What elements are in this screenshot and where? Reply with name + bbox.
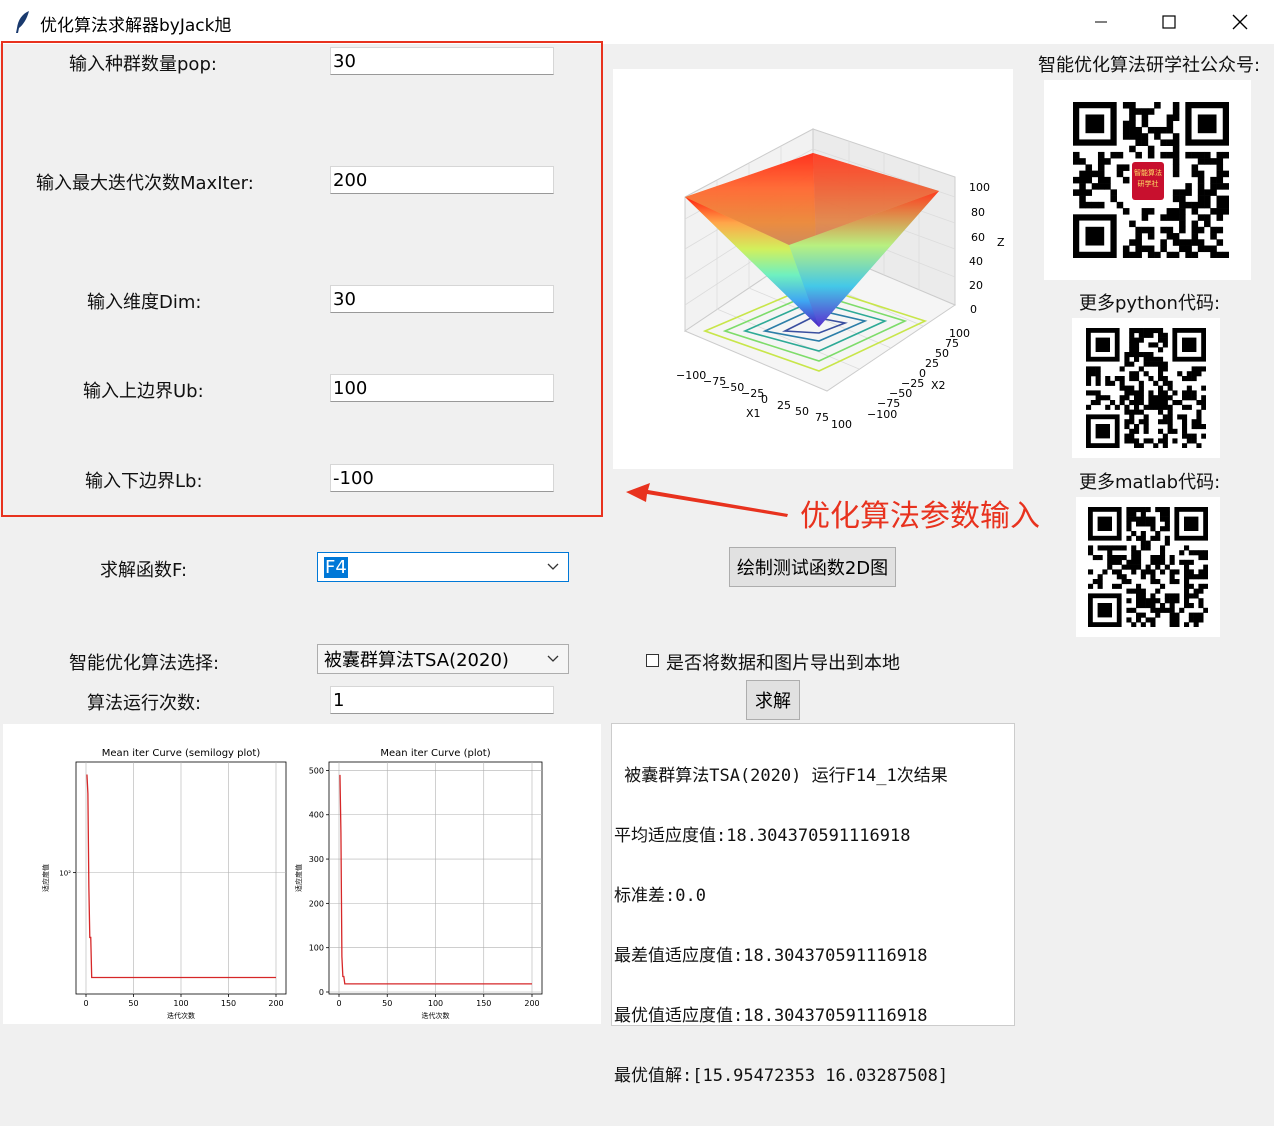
x1-tick-0: −100: [676, 369, 706, 382]
x1-tick-5: 25: [777, 399, 791, 412]
close-button[interactable]: [1217, 0, 1263, 44]
result-line-solution: 最优值解:[15.95472353 16.03287508]: [614, 1066, 949, 1086]
result-line-worst: 最差值适应度值:18.304370591116918: [614, 946, 928, 966]
y-tick-label: 200: [309, 899, 324, 908]
y-axis-label: 适应度值: [294, 864, 303, 892]
z-tick-0: 0: [970, 303, 977, 316]
x2-tick-8: −100: [867, 408, 897, 421]
z-tick-40: 40: [969, 255, 983, 268]
z-tick-100: 100: [969, 181, 990, 194]
x-tick-label: 200: [268, 999, 283, 1008]
z-axis-label: Z: [997, 236, 1005, 249]
convergence-charts: 0 50 100 150 200 10² Mean iter Curve (semilogy…: [41, 748, 543, 1020]
runs-input[interactable]: [330, 686, 554, 714]
chart-title: Mean iter Curve (plot): [380, 748, 490, 759]
function-label: 求解函数F:: [100, 560, 188, 581]
maximize-button[interactable]: [1146, 0, 1192, 44]
x-tick-label: 150: [221, 999, 236, 1008]
runs-label: 算法运行次数:: [87, 693, 202, 714]
y-tick-label: 10²: [59, 870, 71, 878]
maximize-icon: [1162, 15, 1176, 29]
x2-tick-3: 25: [925, 357, 939, 370]
solve-button[interactable]: 求解: [746, 680, 800, 720]
algorithm-label: 智能优化算法选择:: [69, 653, 220, 674]
y-axis-label: 适应度值: [41, 864, 50, 892]
result-line-std: 标准差:0.0: [614, 886, 706, 906]
matlab-qr: [1076, 497, 1220, 637]
qr-logo-text-1: 智能算法: [1134, 169, 1162, 177]
y-tick-label: 100: [309, 944, 324, 953]
x-tick-label: 50: [382, 999, 392, 1008]
x-tick-label: 50: [128, 999, 138, 1008]
x1-tick-4: 0: [761, 393, 768, 406]
x-tick-label: 100: [173, 999, 188, 1008]
window-title: 优化算法求解器byJack旭: [40, 16, 232, 36]
wechat-qr: 智能算法 研学社: [1044, 80, 1251, 280]
app-feather-icon: [14, 10, 32, 38]
annotation-arrow: [626, 483, 788, 517]
x-tick-label: 0: [83, 999, 88, 1008]
x-tick-label: 200: [524, 999, 539, 1008]
export-label: 是否将数据和图片导出到本地: [666, 653, 900, 674]
result-line-best: 最优值适应度值:18.304370591116918: [614, 1006, 928, 1026]
plot-function-button[interactable]: 绘制测试函数2D图: [729, 547, 896, 587]
x-axis-label: 迭代次数: [167, 1011, 195, 1020]
x1-tick-6: 50: [795, 405, 809, 418]
params-highlight-box: [1, 41, 603, 517]
close-icon: [1232, 14, 1248, 30]
x1-axis-label: X1: [746, 407, 761, 420]
algorithm-selected: 被囊群算法TSA(2020): [324, 650, 509, 671]
x-tick-label: 100: [428, 999, 443, 1008]
x-tick-label: 150: [476, 999, 491, 1008]
minimize-icon: [1095, 21, 1107, 23]
y-tick-label: 0: [319, 988, 324, 997]
chart-title: Mean iter Curve (semilogy plot): [102, 748, 261, 759]
qr-logo-text-2: 研学社: [1137, 180, 1159, 188]
convergence-charts-panel: 0 50 100 150 200 10² Mean iter Curve (semilogy…: [3, 724, 601, 1024]
surface-plot: 100 80 60 40 20 0 Z −100 −75 −50 −25 0 2…: [676, 128, 1005, 431]
algorithm-select[interactable]: 被囊群算法TSA(2020): [317, 644, 569, 674]
y-tick-label: 400: [309, 811, 324, 820]
result-line-mean: 平均适应度值:18.304370591116918: [614, 826, 911, 846]
result-line-title: 被囊群算法TSA(2020) 运行F14_1次结果: [614, 766, 948, 786]
x-axis-label: 迭代次数: [422, 1011, 450, 1020]
results-textbox[interactable]: 被囊群算法TSA(2020) 运行F14_1次结果 平均适应度值:18.3043…: [611, 723, 1015, 1086]
matlab-label: 更多matlab代码:: [1079, 472, 1221, 493]
x-tick-label: 0: [336, 999, 341, 1008]
annotation-text: 优化算法参数输入: [800, 499, 1040, 534]
x1-tick-8: 100: [831, 418, 852, 431]
x2-axis-label: X2: [931, 379, 946, 392]
z-tick-80: 80: [971, 206, 985, 219]
x1-tick-7: 75: [815, 411, 829, 424]
export-checkbox[interactable]: [646, 654, 659, 667]
y-tick-label: 500: [309, 766, 324, 775]
python-label: 更多python代码:: [1079, 293, 1221, 314]
function-selected: F4: [324, 556, 348, 578]
z-tick-60: 60: [971, 231, 985, 244]
minimize-button[interactable]: [1078, 0, 1124, 44]
chevron-down-icon: [547, 655, 559, 662]
z-tick-20: 20: [969, 279, 983, 292]
chevron-down-icon: [547, 563, 559, 570]
python-qr: [1072, 318, 1220, 458]
y-tick-label: 300: [309, 855, 324, 864]
wechat-label: 智能优化算法研学社公众号:: [1038, 55, 1261, 76]
function-select[interactable]: F4: [317, 552, 569, 582]
surface-plot-panel: 100 80 60 40 20 0 Z −100 −75 −50 −25 0 2…: [613, 69, 1013, 469]
